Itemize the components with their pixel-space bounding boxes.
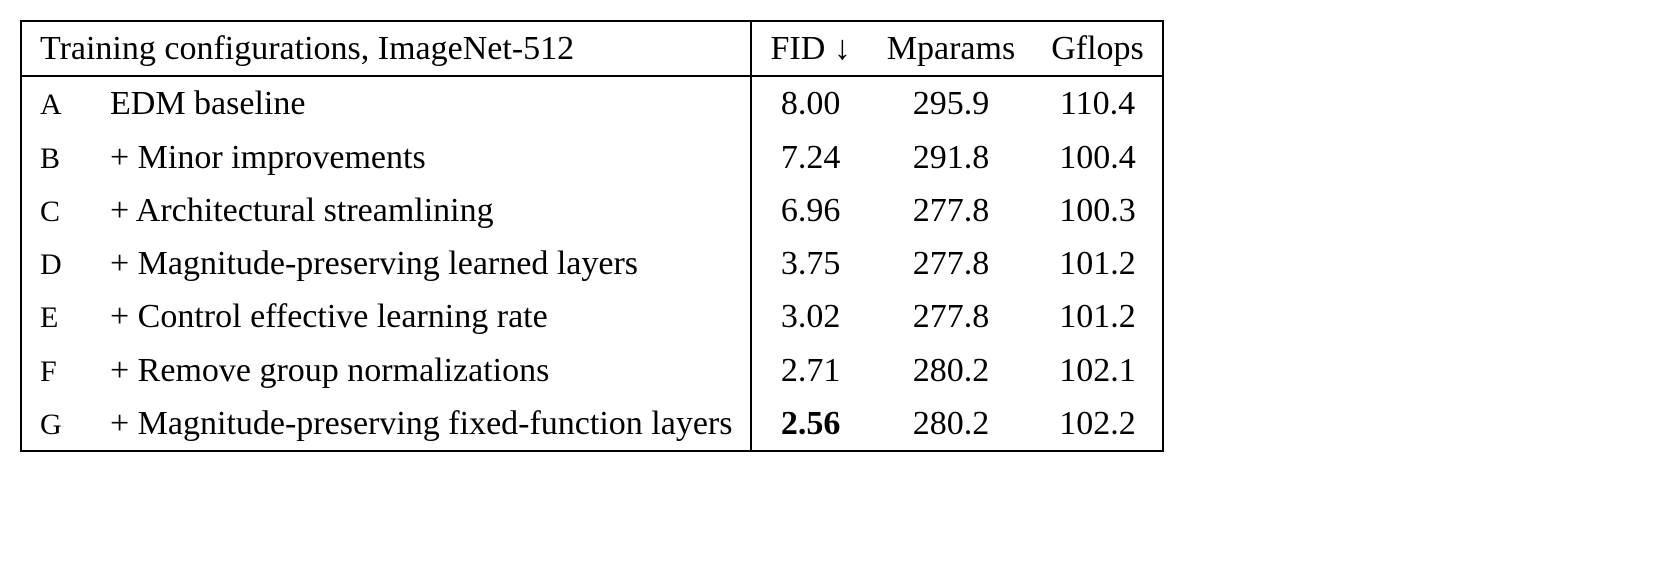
table-row: F+ Remove group normalizations2.71280.21… [21, 344, 1163, 397]
row-fid: 3.75 [751, 237, 868, 290]
row-id: D [21, 237, 92, 290]
row-fid: 6.96 [751, 184, 868, 237]
row-description: + Architectural streamlining [92, 184, 751, 237]
row-description: EDM baseline [92, 76, 751, 130]
col-mparams: Mparams [869, 21, 1033, 76]
table-body: AEDM baseline8.00295.9110.4B+ Minor impr… [21, 76, 1163, 451]
row-id: E [21, 290, 92, 343]
row-fid: 8.00 [751, 76, 868, 130]
table-row: B+ Minor improvements7.24291.8100.4 [21, 131, 1163, 184]
table-row: D+ Magnitude-preserving learned layers3.… [21, 237, 1163, 290]
row-mparams: 277.8 [869, 184, 1033, 237]
table-row: AEDM baseline8.00295.9110.4 [21, 76, 1163, 130]
row-description: + Magnitude-preserving fixed-function la… [92, 397, 751, 451]
row-fid: 7.24 [751, 131, 868, 184]
table-row: E+ Control effective learning rate3.0227… [21, 290, 1163, 343]
row-gflops: 101.2 [1033, 290, 1163, 343]
row-fid: 2.56 [751, 397, 868, 451]
table-row: G+ Magnitude-preserving fixed-function l… [21, 397, 1163, 451]
row-id: G [21, 397, 92, 451]
col-fid-label: FID ↓ [770, 30, 850, 67]
table-row: C+ Architectural streamlining6.96277.810… [21, 184, 1163, 237]
row-mparams: 291.8 [869, 131, 1033, 184]
row-id: B [21, 131, 92, 184]
row-gflops: 101.2 [1033, 237, 1163, 290]
row-gflops: 102.1 [1033, 344, 1163, 397]
row-description: + Control effective learning rate [92, 290, 751, 343]
row-mparams: 280.2 [869, 344, 1033, 397]
results-table: Training configurations, ImageNet-512 FI… [20, 20, 1164, 452]
col-gflops: Gflops [1033, 21, 1163, 76]
row-gflops: 100.3 [1033, 184, 1163, 237]
row-gflops: 100.4 [1033, 131, 1163, 184]
row-id: F [21, 344, 92, 397]
row-fid: 3.02 [751, 290, 868, 343]
row-id: A [21, 76, 92, 130]
col-fid: FID ↓ [751, 21, 868, 76]
table-title: Training configurations, ImageNet-512 [21, 21, 751, 76]
row-gflops: 102.2 [1033, 397, 1163, 451]
row-mparams: 277.8 [869, 290, 1033, 343]
row-description: + Remove group normalizations [92, 344, 751, 397]
row-gflops: 110.4 [1033, 76, 1163, 130]
row-mparams: 295.9 [869, 76, 1033, 130]
row-description: + Minor improvements [92, 131, 751, 184]
table-header-row: Training configurations, ImageNet-512 FI… [21, 21, 1163, 76]
row-mparams: 277.8 [869, 237, 1033, 290]
row-fid: 2.71 [751, 344, 868, 397]
row-id: C [21, 184, 92, 237]
row-description: + Magnitude-preserving learned layers [92, 237, 751, 290]
row-mparams: 280.2 [869, 397, 1033, 451]
